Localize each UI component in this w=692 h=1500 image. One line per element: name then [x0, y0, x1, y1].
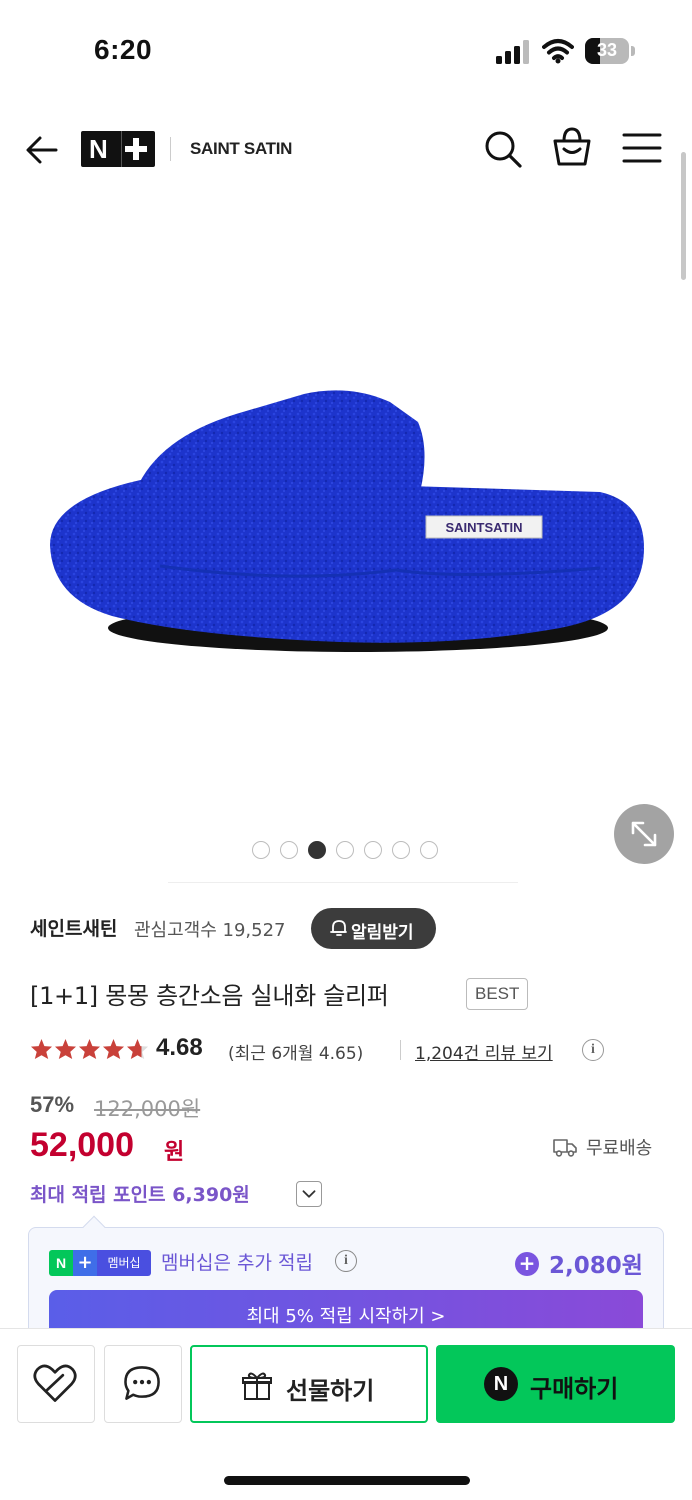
- star-icon: [30, 1038, 53, 1060]
- gift-button[interactable]: 선물하기: [190, 1345, 428, 1423]
- gift-icon: [242, 1372, 272, 1400]
- star-icon: [78, 1038, 101, 1060]
- pagination-dot[interactable]: [336, 841, 354, 859]
- wishlist-button[interactable]: [17, 1345, 95, 1423]
- cellular-signal-icon: [496, 40, 529, 64]
- membership-points: 2,080원: [549, 1253, 643, 1279]
- expand-arrows-icon: [631, 821, 657, 847]
- info-icon[interactable]: i: [582, 1039, 604, 1061]
- product-label-text: SAINTSATIN: [445, 520, 522, 535]
- bell-plus-icon: [330, 920, 347, 936]
- scrollbar[interactable]: [681, 152, 686, 280]
- product-title-row: [1+1] 몽몽 층간소음 실내화 슬리퍼 BEST: [30, 972, 670, 1014]
- status-time: 6:20: [94, 34, 153, 65]
- shopping-bag-icon[interactable]: [551, 126, 593, 168]
- rating-row: 4.68 (최근 6개월 4.65) 1,204건 리뷰 보기 i: [30, 1034, 670, 1066]
- best-badge: BEST: [466, 978, 529, 1010]
- sale-price-unit: 원: [164, 1140, 185, 1165]
- image-pagination: [252, 841, 438, 861]
- membership-badge: N + 멤버십: [49, 1250, 151, 1276]
- chevron-down-icon[interactable]: [296, 1181, 322, 1207]
- alert-button-label: 알림받기: [351, 923, 414, 943]
- pagination-dot[interactable]: [364, 841, 382, 859]
- status-bar: 6:20 33: [0, 0, 692, 100]
- discount-rate: 57%: [30, 1092, 75, 1117]
- sale-price: 52,000: [30, 1126, 134, 1164]
- battery-level: 33: [596, 40, 618, 60]
- brand-name[interactable]: SAINT SATIN: [190, 139, 292, 159]
- nav-divider: [170, 137, 171, 161]
- arrow-left-icon[interactable]: [22, 130, 62, 170]
- pagination-dot[interactable]: [252, 841, 270, 859]
- naver-plus-logo[interactable]: N: [81, 131, 155, 167]
- price-row: 52,000 원 무료배송: [30, 1126, 670, 1170]
- store-row: 세인트새틴 관심고객수 19,527 알림받기: [30, 908, 670, 949]
- talk-chat-button[interactable]: [104, 1345, 182, 1423]
- shipping-label: 무료배송: [586, 1138, 653, 1159]
- search-icon[interactable]: [482, 128, 524, 170]
- store-name[interactable]: 세인트새틴: [30, 914, 117, 941]
- pagination-dot[interactable]: [420, 841, 438, 859]
- naver-pay-icon: N: [484, 1367, 518, 1401]
- chat-bubble-icon: [124, 1366, 160, 1400]
- truck-icon: [553, 1139, 577, 1157]
- heart-icon: [33, 1364, 77, 1402]
- pagination-dot[interactable]: [280, 841, 298, 859]
- star-icon: [126, 1038, 149, 1060]
- membership-badge-text: 멤버십: [97, 1250, 151, 1276]
- rating-value: 4.68: [156, 1034, 203, 1061]
- plus-icon: +: [73, 1250, 97, 1276]
- gift-button-label: 선물하기: [286, 1377, 375, 1405]
- favorite-count: 관심고객수 19,527: [134, 920, 286, 941]
- star-icon: [102, 1038, 125, 1060]
- home-indicator[interactable]: [224, 1476, 470, 1485]
- membership-badge-n: N: [49, 1250, 73, 1276]
- expand-image-button[interactable]: [614, 804, 674, 864]
- product-title: [1+1] 몽몽 층간소음 실내화 슬리퍼: [30, 982, 389, 1010]
- pagination-dot[interactable]: [308, 841, 326, 859]
- rating-stars: [30, 1038, 149, 1060]
- battery-icon: 33: [585, 38, 635, 64]
- buy-button[interactable]: N 구매하기: [436, 1345, 675, 1423]
- section-divider: [168, 882, 518, 883]
- membership-text: 멤버십은 추가 적립: [161, 1252, 313, 1274]
- rating-recent: (최근 6개월 4.65): [228, 1044, 364, 1064]
- max-points-label: 최대 적립 포인트 6,390원: [30, 1184, 250, 1206]
- original-price: 122,000원: [94, 1097, 201, 1121]
- info-icon[interactable]: i: [335, 1250, 357, 1272]
- buy-button-label: 구매하기: [530, 1375, 619, 1403]
- review-link[interactable]: 1,204건 리뷰 보기: [415, 1039, 553, 1064]
- bottom-action-bar: 선물하기 N 구매하기: [0, 1328, 692, 1500]
- wifi-icon: [542, 39, 574, 64]
- hamburger-menu-icon[interactable]: [622, 130, 662, 166]
- top-navigation: N SAINT SATIN: [0, 112, 692, 188]
- plus-circle-icon: +: [515, 1252, 539, 1276]
- logo-letter: N: [89, 134, 108, 164]
- star-icon: [54, 1038, 77, 1060]
- rating-divider: [400, 1040, 401, 1060]
- product-image-slipper[interactable]: SAINTSATIN: [40, 380, 652, 670]
- pagination-dot[interactable]: [392, 841, 410, 859]
- alert-subscribe-button[interactable]: 알림받기: [311, 908, 436, 949]
